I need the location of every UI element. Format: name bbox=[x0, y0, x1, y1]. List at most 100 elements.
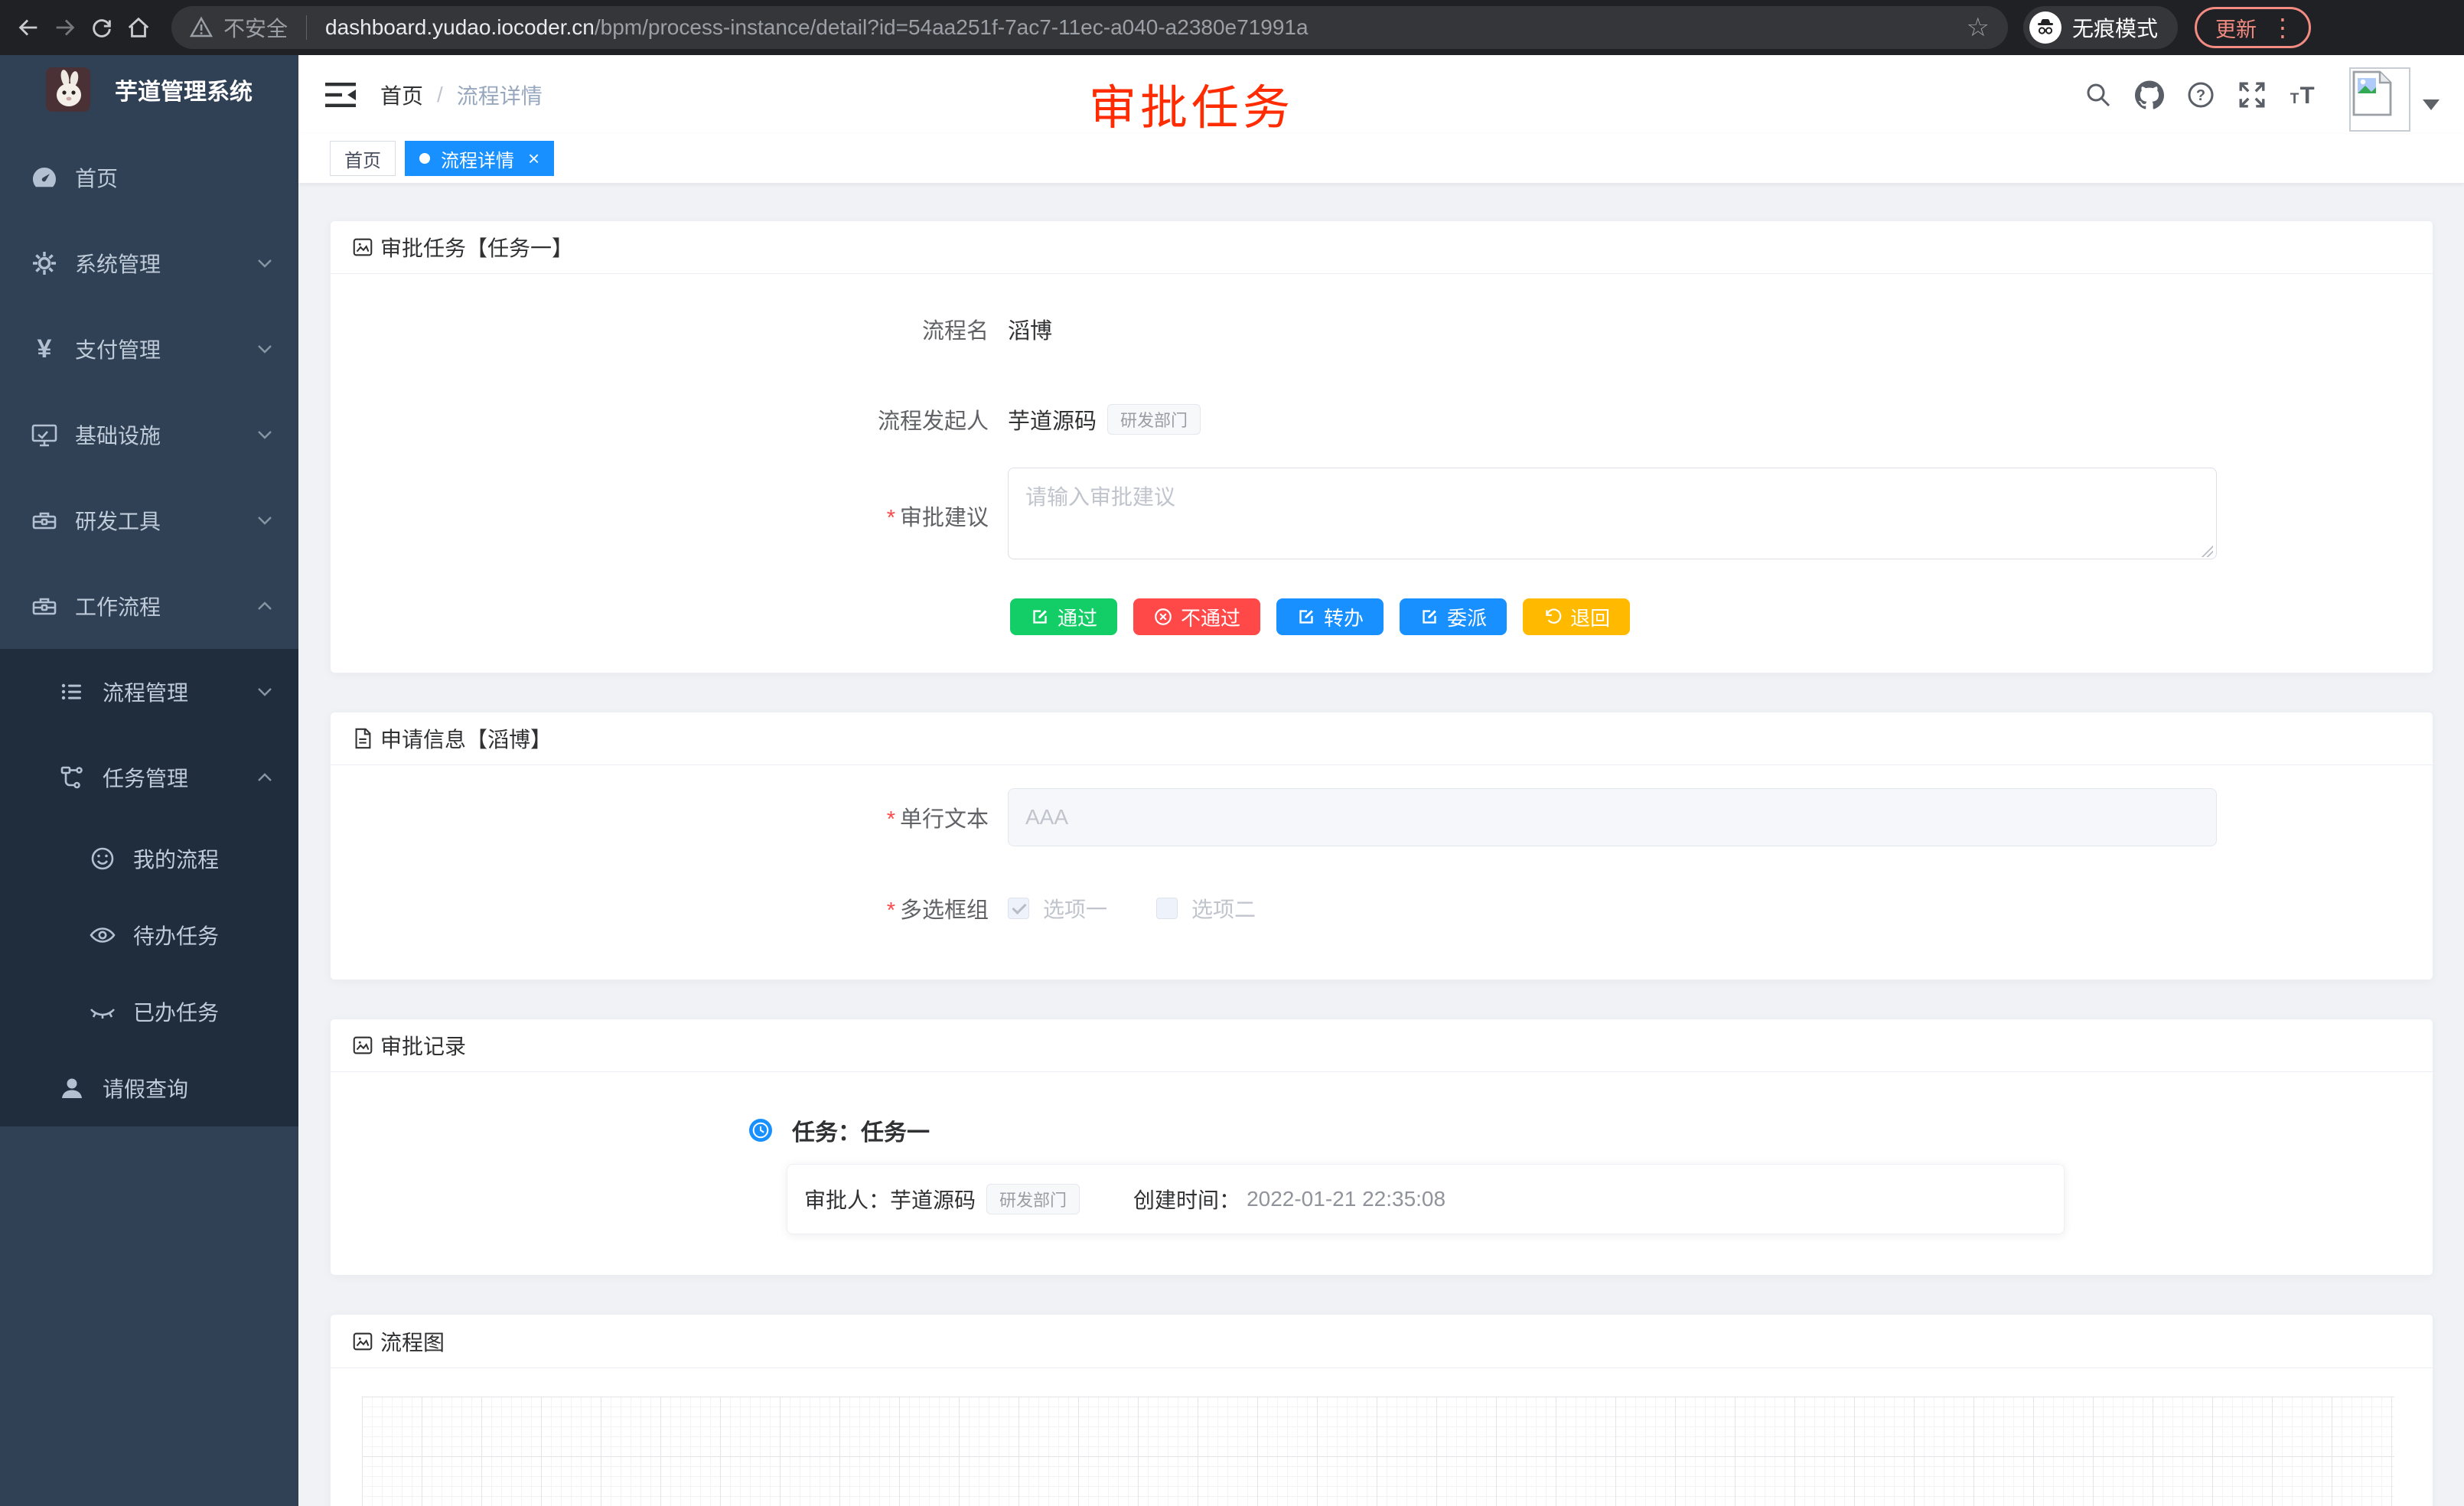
sidebar-item-label: 研发工具 bbox=[75, 505, 161, 536]
sidebar-item-label: 首页 bbox=[75, 162, 118, 193]
tab-home[interactable]: 首页 bbox=[330, 141, 396, 176]
font-size-button[interactable]: TT bbox=[2288, 80, 2319, 110]
sidebar-item-devtools[interactable]: 研发工具 bbox=[0, 478, 298, 563]
breadcrumb-home[interactable]: 首页 bbox=[380, 80, 423, 110]
sidebar-item-infra[interactable]: 基础设施 bbox=[0, 392, 298, 478]
bpmn-grid-canvas[interactable] bbox=[362, 1397, 2394, 1506]
button-label: 委派 bbox=[1447, 603, 1487, 631]
chevron-down-icon bbox=[257, 516, 272, 525]
picture-icon bbox=[351, 1330, 374, 1353]
toolbox-icon bbox=[31, 592, 58, 620]
sidebar-item-workflow[interactable]: 工作流程 bbox=[0, 563, 298, 649]
sidebar-item-home[interactable]: 首页 bbox=[0, 135, 298, 220]
bookmark-star-icon[interactable]: ☆ bbox=[1967, 15, 1990, 41]
browser-menu-dots-icon[interactable]: ⋮ bbox=[2270, 15, 2295, 40]
suggest-textarea[interactable] bbox=[1008, 468, 2217, 559]
sidebar-item-process-mgmt[interactable]: 流程管理 bbox=[0, 649, 298, 735]
approve-task-card-body: 流程名 滔博 流程发起人 芋道源码 研发部门 审批建议 bbox=[331, 274, 2433, 673]
sidebar-item-task-mgmt[interactable]: 任务管理 bbox=[0, 735, 298, 820]
card-title: 申请信息【滔博】 bbox=[380, 723, 552, 754]
reload-icon bbox=[89, 15, 115, 41]
card-title: 审批记录 bbox=[380, 1030, 466, 1061]
approve-task-card: 审批任务【任务一】 流程名 滔博 流程发起人 芋道源码 研发部门 bbox=[330, 220, 2433, 673]
address-bar[interactable]: 不安全 dashboard.yudao.iocoder.cn/bpm/proce… bbox=[171, 6, 2008, 49]
breadcrumb: 首页 / 流程详情 bbox=[380, 80, 543, 110]
github-icon bbox=[2135, 80, 2164, 109]
url-text: dashboard.yudao.iocoder.cn/bpm/process-i… bbox=[325, 15, 1309, 40]
return-button[interactable]: 退回 bbox=[1523, 598, 1630, 635]
button-label: 转办 bbox=[1324, 603, 1364, 631]
approval-records-card-body: 任务：任务一 审批人： 芋道源码 研发部门 创建时间： 2022-01-21 2… bbox=[331, 1072, 2433, 1275]
search-button[interactable] bbox=[2083, 80, 2114, 110]
svg-text:T: T bbox=[2300, 82, 2315, 109]
process-name-value: 滔博 bbox=[1008, 313, 1052, 345]
toolbox-icon bbox=[31, 507, 58, 534]
face-icon bbox=[89, 845, 116, 872]
starter-row: 流程发起人 芋道源码 研发部门 bbox=[331, 402, 2433, 437]
svg-text:T: T bbox=[2290, 91, 2299, 107]
approve-task-card-header: 审批任务【任务一】 bbox=[331, 221, 2433, 274]
sidebar-item-label: 我的流程 bbox=[133, 843, 219, 874]
approver-name: 芋道源码 bbox=[890, 1184, 976, 1214]
sidebar-collapse-icon[interactable] bbox=[325, 82, 356, 108]
github-button[interactable] bbox=[2134, 80, 2165, 110]
browser-reload-button[interactable] bbox=[87, 13, 116, 42]
sidebar-item-my-process[interactable]: 我的流程 bbox=[0, 820, 298, 897]
sidebar-item-done-tasks[interactable]: 已办任务 bbox=[0, 973, 298, 1050]
incognito-icon bbox=[2029, 11, 2061, 44]
avatar-caret-icon[interactable] bbox=[2423, 99, 2440, 110]
sidebar-item-label: 请假查询 bbox=[103, 1073, 188, 1103]
card-title: 流程图 bbox=[380, 1326, 445, 1357]
document-icon bbox=[351, 727, 374, 750]
delegate-button[interactable]: 委派 bbox=[1400, 598, 1507, 635]
tab-close-icon[interactable]: × bbox=[528, 148, 539, 168]
reject-button[interactable]: 不通过 bbox=[1133, 598, 1260, 635]
person-icon bbox=[58, 1074, 86, 1102]
chevron-down-icon bbox=[257, 344, 272, 354]
dept-tag: 研发部门 bbox=[986, 1184, 1080, 1214]
sidebar-item-system[interactable]: 系统管理 bbox=[0, 220, 298, 306]
fullscreen-button[interactable] bbox=[2237, 80, 2267, 110]
breadcrumb-current: 流程详情 bbox=[457, 80, 543, 110]
resize-grip-icon[interactable] bbox=[2199, 543, 2213, 557]
checkbox-option-2: 选项二 bbox=[1156, 893, 1256, 924]
edit-icon bbox=[1030, 607, 1050, 627]
logo-avatar-image bbox=[46, 67, 90, 112]
approval-records-card: 审批记录 任务：任务一 审批人： 芋道 bbox=[330, 1019, 2433, 1276]
sidebar-item-todo-tasks[interactable]: 待办任务 bbox=[0, 897, 298, 973]
transfer-button[interactable]: 转办 bbox=[1276, 598, 1384, 635]
suggest-textarea-wrap bbox=[1008, 468, 2217, 563]
created-value: 2022-01-21 22:35:08 bbox=[1247, 1187, 1445, 1211]
sidebar-item-label: 基础设施 bbox=[75, 419, 161, 450]
sidebar-item-leave-query[interactable]: 请假查询 bbox=[0, 1050, 298, 1126]
svg-text:?: ? bbox=[2196, 87, 2205, 104]
task-title: 任务：任务一 bbox=[792, 1113, 930, 1147]
page-content: 审批任务【任务一】 流程名 滔博 流程发起人 芋道源码 研发部门 bbox=[298, 184, 2464, 1506]
chevron-up-icon bbox=[257, 601, 272, 611]
process-diagram-card-header: 流程图 bbox=[331, 1315, 2433, 1368]
created-label: 创建时间： bbox=[1133, 1184, 1240, 1214]
checkbox-checked-icon bbox=[1008, 898, 1029, 919]
user-avatar[interactable] bbox=[2349, 67, 2410, 132]
tab-label: 流程详情 bbox=[441, 145, 514, 172]
help-button[interactable]: ? bbox=[2185, 80, 2216, 110]
sidebar-item-payment[interactable]: ¥ 支付管理 bbox=[0, 306, 298, 392]
approve-button[interactable]: 通过 bbox=[1010, 598, 1117, 635]
incognito-badge: 无痕模式 bbox=[2023, 6, 2178, 49]
app-shell: 芋道管理系统 首页 系统管理 ¥ 支付管理 bbox=[0, 55, 2464, 1506]
browser-forward-button[interactable] bbox=[51, 13, 80, 42]
logo[interactable]: 芋道管理系统 bbox=[0, 55, 298, 124]
tab-label: 首页 bbox=[344, 145, 381, 172]
browser-home-button[interactable] bbox=[124, 13, 153, 42]
clock-glyph bbox=[751, 1120, 771, 1140]
chevron-down-icon bbox=[257, 430, 272, 439]
eye-open-icon bbox=[89, 921, 116, 949]
tags-view-bar: 首页 流程详情 × bbox=[298, 134, 2464, 184]
not-secure-label: 不安全 bbox=[223, 12, 288, 43]
text-field-row: 单行文本 bbox=[331, 788, 2433, 846]
browser-update-button[interactable]: 更新 ⋮ bbox=[2195, 7, 2311, 48]
browser-back-button[interactable] bbox=[14, 13, 43, 42]
tab-process-detail[interactable]: 流程详情 × bbox=[405, 141, 554, 176]
process-name-label: 流程名 bbox=[331, 313, 1008, 345]
button-label: 不通过 bbox=[1181, 603, 1240, 631]
